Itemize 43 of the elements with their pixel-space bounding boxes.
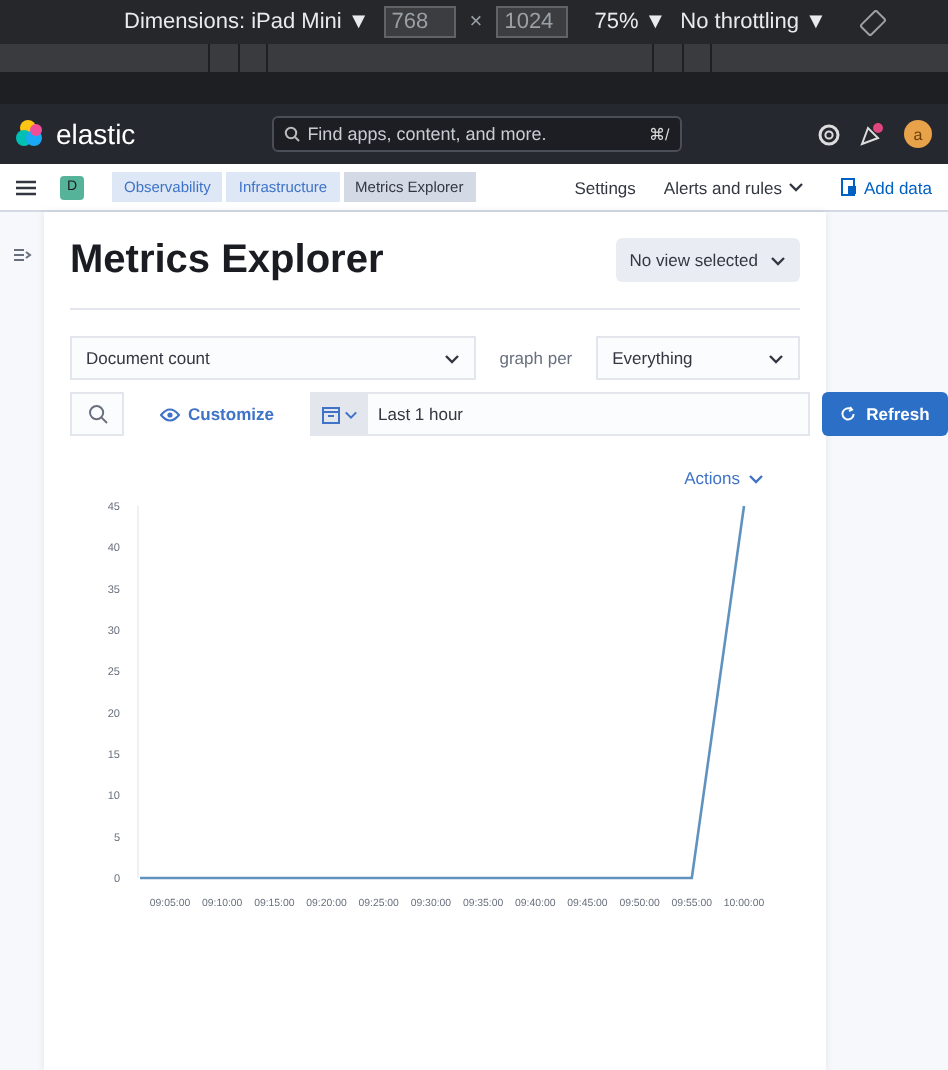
view-selector[interactable]: No view selected (615, 238, 800, 282)
eye-icon (160, 407, 180, 421)
search-icon (87, 404, 107, 424)
zoom-selector[interactable]: 75% ▼ (594, 10, 667, 34)
newsfeed-icon[interactable] (860, 122, 884, 146)
caret-icon (768, 353, 784, 363)
caret-icon (443, 353, 460, 363)
times-sign: × (469, 10, 483, 34)
group-select[interactable]: Everything (596, 336, 800, 380)
help-icon[interactable] (818, 123, 840, 145)
refresh-button[interactable]: Refresh (822, 392, 948, 436)
height-field[interactable]: 1024 (496, 6, 569, 38)
caret-icon (343, 409, 358, 419)
customize-button[interactable]: Customize (136, 404, 298, 424)
search-button[interactable] (70, 392, 124, 436)
rotate-icon[interactable] (860, 9, 887, 35)
nav-link[interactable]: Settings (574, 177, 636, 197)
caret-icon (748, 473, 764, 483)
search-icon (283, 126, 300, 142)
user-avatar[interactable]: a (904, 120, 932, 148)
menu-icon[interactable] (16, 179, 36, 195)
add-data-link[interactable]: Add data (839, 177, 932, 197)
calendar-icon[interactable] (321, 405, 340, 423)
time-range: Last 1 hour (375, 404, 464, 424)
page-title: Metrics Explorer (70, 237, 384, 283)
nav-link[interactable]: Alerts and rules (663, 177, 804, 197)
caret-icon (787, 182, 804, 192)
graph-per-label: graph per (497, 348, 575, 368)
refresh-icon (840, 406, 857, 422)
shortcut-hint: ⌘/ (648, 125, 670, 143)
add-data-icon (839, 178, 858, 196)
caret-icon (770, 255, 786, 265)
search-input[interactable]: Find apps, content, and more. (307, 124, 641, 144)
actions-menu[interactable]: Actions (684, 468, 764, 488)
device-selector[interactable]: Dimensions: iPad Mini ▼ (124, 10, 370, 34)
logo-text: elastic (56, 118, 136, 150)
metric-select[interactable]: Document count (70, 336, 476, 380)
date-picker[interactable]: Last 1 hour (309, 392, 810, 436)
search-field[interactable]: Find apps, content, and more. ⌘/ (271, 116, 682, 152)
width-field[interactable]: 768 (383, 6, 456, 38)
throttling-selector[interactable]: No throttling ▼ (680, 10, 827, 34)
elastic-logo-icon[interactable] (16, 120, 44, 148)
expand-icon[interactable] (13, 248, 31, 262)
